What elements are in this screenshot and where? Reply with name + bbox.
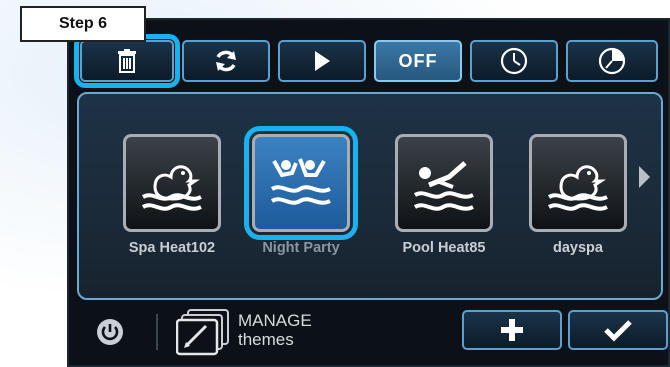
delete-button[interactable] <box>74 34 180 88</box>
manage-line2: themes <box>238 330 294 349</box>
theme-label: Night Party <box>262 240 340 256</box>
trash-icon <box>118 49 136 73</box>
theme-dayspa[interactable] <box>529 134 627 232</box>
swimmers-icon <box>270 158 331 205</box>
manage-themes-icon[interactable] <box>176 308 232 356</box>
manage-line1: MANAGE <box>238 311 312 330</box>
play-icon <box>315 51 330 71</box>
refresh-icon <box>216 50 236 72</box>
clock-icon <box>500 47 528 75</box>
theme-night-party[interactable] <box>244 126 358 240</box>
timer-button[interactable] <box>470 40 558 82</box>
theme-label: Pool Heat85 <box>402 240 486 256</box>
add-button[interactable] <box>462 310 562 350</box>
theme-pool-heat[interactable] <box>395 134 493 232</box>
duck-icon <box>547 165 608 211</box>
step-label: Step 6 <box>20 6 146 42</box>
theme-label: Spa Heat102 <box>128 240 216 256</box>
off-button[interactable]: OFF <box>374 40 462 82</box>
theme-label: dayspa <box>553 240 603 256</box>
swimmer-icon <box>413 161 474 211</box>
scroll-right-arrow-icon[interactable] <box>639 166 650 188</box>
duck-icon <box>141 165 202 211</box>
confirm-button[interactable] <box>568 310 668 350</box>
manage-themes-label[interactable]: MANAGE themes <box>238 311 312 349</box>
dial-button[interactable] <box>566 40 658 82</box>
power-icon[interactable] <box>96 318 124 346</box>
checkmark-icon <box>604 320 632 342</box>
play-button[interactable] <box>278 40 366 82</box>
themes-panel: Spa Heat102 Night Party Pool Heat85 days… <box>77 92 663 300</box>
divider <box>156 314 158 350</box>
theme-spa-heat[interactable] <box>123 134 221 232</box>
refresh-button[interactable] <box>182 40 270 82</box>
plus-icon <box>501 319 523 341</box>
dial-icon <box>598 47 626 75</box>
